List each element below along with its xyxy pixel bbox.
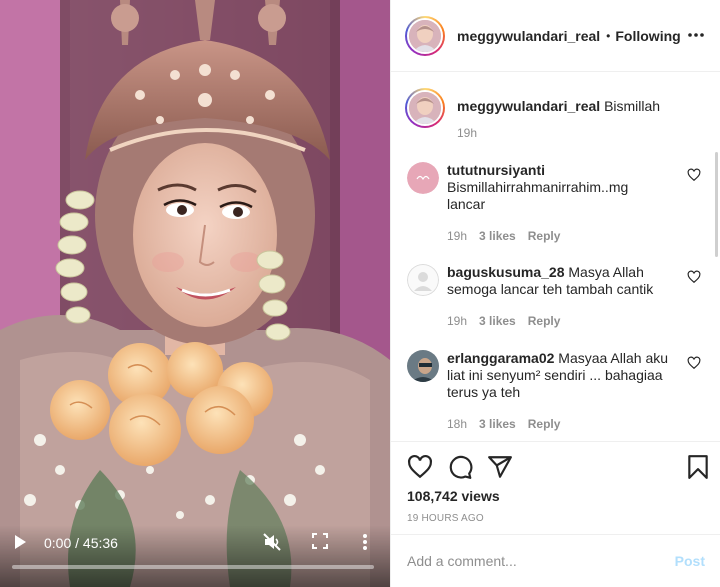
comment-username[interactable]: tututnursiyanti <box>447 162 545 178</box>
caption-text: meggywulandari_real Bismillah <box>457 97 697 115</box>
reply-button[interactable]: Reply <box>528 314 561 328</box>
comment-text: erlanggarama02 Masyaa Allah aku liat ini… <box>447 350 669 401</box>
video-player[interactable]: 0:00 / 45:36 <box>0 0 390 587</box>
post-header: meggywulandari_real • Following <box>391 0 720 72</box>
comment-input[interactable] <box>407 549 657 573</box>
comment-likes[interactable]: 3 likes <box>479 417 516 431</box>
post-actions: 108,742 views 19 HOURS AGO <box>391 441 720 534</box>
share-icon[interactable] <box>487 454 513 480</box>
comment-time: 19h <box>447 314 468 328</box>
reply-button[interactable]: Reply <box>528 417 561 431</box>
separator-dot: • <box>606 28 611 43</box>
comments-list[interactable]: meggywulandari_real Bismillah 19h tututn… <box>391 72 720 441</box>
like-heart-icon[interactable] <box>687 168 701 182</box>
video-frame <box>0 0 390 587</box>
comment-meta: 19h 3 likes Reply <box>447 229 560 243</box>
comment-time: 18h <box>447 417 468 431</box>
commenter-avatar-image <box>407 264 439 296</box>
like-heart-icon[interactable] <box>687 270 701 284</box>
comment-text: baguskusuma_28 Masya Allah semoga lancar… <box>447 264 669 298</box>
comment-meta: 19h 3 likes Reply <box>447 314 560 328</box>
comment-likes[interactable]: 3 likes <box>479 229 516 243</box>
like-heart-icon[interactable] <box>687 356 701 370</box>
caption-timestamp: 19h <box>457 126 478 140</box>
comment-username[interactable]: erlanggarama02 <box>447 350 554 366</box>
reply-button[interactable]: Reply <box>528 229 561 243</box>
comment-meta: 18h 3 likes Reply <box>447 417 560 431</box>
views-count[interactable]: 108,742 views <box>407 488 500 504</box>
post-timestamp[interactable]: 19 HOURS AGO <box>407 513 484 524</box>
post-dialog: 0:00 / 45:36 meggywulandari_real • Follo… <box>0 0 720 587</box>
commenter-avatar[interactable] <box>407 162 439 194</box>
author-username[interactable]: meggywulandari_real <box>457 28 600 44</box>
add-comment-bar: Post <box>391 534 720 587</box>
caption-username[interactable]: meggywulandari_real <box>457 98 600 114</box>
more-options-icon[interactable] <box>687 26 705 44</box>
comment-text: tututnursiyanti Bismillahirrahmanirrahim… <box>447 162 669 213</box>
commenter-avatar[interactable] <box>407 350 439 382</box>
bookmark-icon[interactable] <box>685 454 711 480</box>
video-progress-bar[interactable] <box>12 565 374 569</box>
comment-icon[interactable] <box>447 454 473 480</box>
commenter-avatar-image <box>407 350 439 382</box>
author-avatar[interactable] <box>405 15 445 56</box>
commenter-avatar[interactable] <box>407 264 439 296</box>
muted-speaker-icon[interactable] <box>262 532 282 552</box>
comment-body: Bismillahirrahmanirrahim..mg lancar <box>447 179 629 212</box>
comments-scrollbar[interactable] <box>715 152 718 257</box>
more-vertical-icon[interactable] <box>357 532 373 552</box>
caption-body: Bismillah <box>604 98 661 114</box>
comment-likes[interactable]: 3 likes <box>479 314 516 328</box>
heart-icon[interactable] <box>407 454 433 480</box>
following-button[interactable]: Following <box>615 28 680 44</box>
play-icon[interactable] <box>12 532 28 552</box>
author-avatar-image <box>409 19 441 52</box>
caption-avatar-image <box>409 92 441 124</box>
comment-time: 19h <box>447 229 468 243</box>
fullscreen-icon[interactable] <box>312 533 328 549</box>
post-side-panel: meggywulandari_real • Following meggywul… <box>390 0 720 587</box>
caption-author-avatar[interactable] <box>405 88 445 128</box>
commenter-avatar-image <box>407 162 439 194</box>
post-comment-button[interactable]: Post <box>675 553 705 569</box>
video-time: 0:00 / 45:36 <box>44 535 118 551</box>
comment-username[interactable]: baguskusuma_28 <box>447 264 565 280</box>
